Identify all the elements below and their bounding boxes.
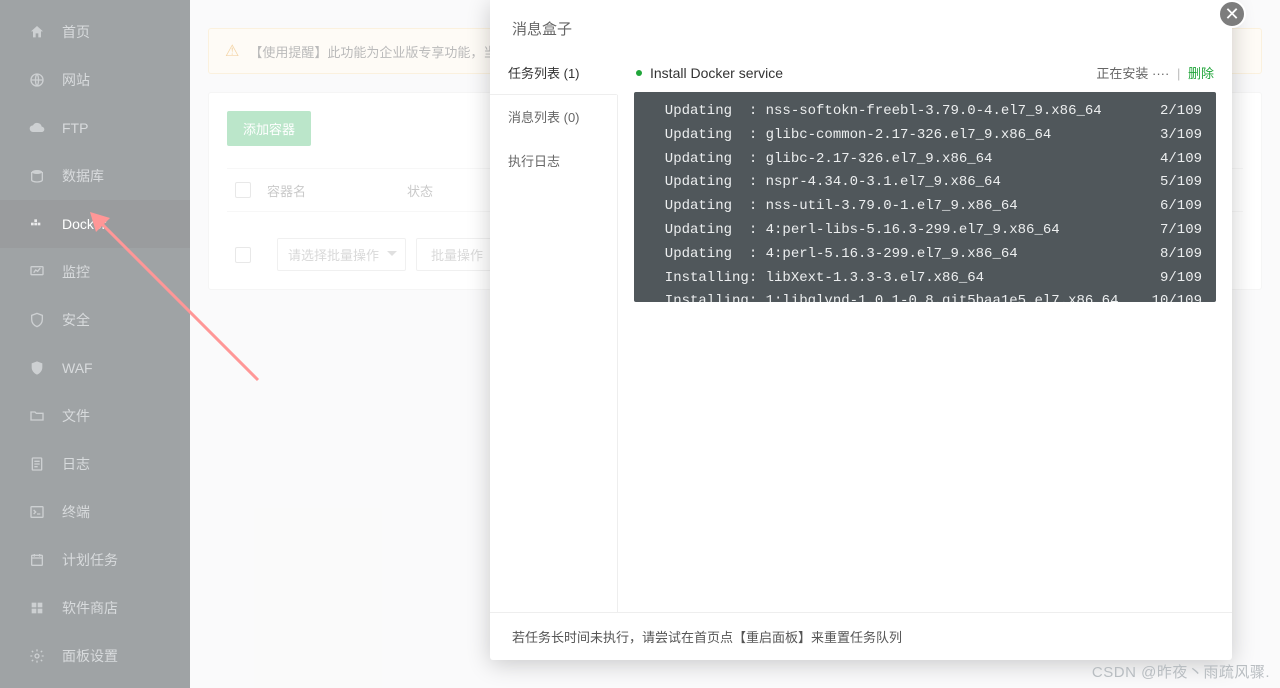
modal-right: Install Docker service 正在安装 ···· | 删除 Up…: [618, 51, 1232, 612]
terminal-row: Installing: 1:libglvnd-1.0.1-0.8.git5baa…: [648, 290, 1202, 302]
tab-exec-log[interactable]: 执行日志: [490, 139, 617, 183]
terminal-row: Updating : nspr-4.34.0-3.1.el7_9.x86_645…: [648, 171, 1202, 195]
status-dot-icon: [636, 70, 642, 76]
status-text: 正在安装: [1096, 66, 1148, 81]
terminal-row: Updating : 4:perl-5.16.3-299.el7_9.x86_6…: [648, 243, 1202, 267]
close-icon: ✕: [1224, 4, 1239, 25]
separator: |: [1177, 66, 1180, 81]
watermark: CSDN @昨夜丶雨疏风骤.: [1092, 661, 1270, 682]
tab-message-list[interactable]: 消息列表 (0): [490, 95, 617, 139]
terminal-row: Updating : glibc-2.17-326.el7_9.x86_644/…: [648, 148, 1202, 172]
message-box-modal: ✕ 消息盒子 任务列表 (1) 消息列表 (0) 执行日志 Install Do…: [490, 0, 1232, 660]
terminal-output[interactable]: Updating : nss-softokn-freebl-3.79.0-4.e…: [634, 92, 1216, 302]
terminal-row: Updating : glibc-common-2.17-326.el7_9.x…: [648, 124, 1202, 148]
modal-close-button[interactable]: ✕: [1218, 0, 1246, 28]
modal-footer: 若任务长时间未执行，请尝试在首页点【重启面板】来重置任务队列: [490, 612, 1232, 660]
task-line: Install Docker service 正在安装 ···· | 删除: [634, 57, 1216, 92]
terminal-row: Installing: libXext-1.3.3-3.el7.x86_649/…: [648, 267, 1202, 291]
tab-task-list[interactable]: 任务列表 (1): [490, 51, 618, 95]
loading-dots: ····: [1152, 66, 1169, 81]
terminal-row: Updating : 4:perl-libs-5.16.3-299.el7_9.…: [648, 219, 1202, 243]
terminal-row: Updating : nss-softokn-freebl-3.79.0-4.e…: [648, 100, 1202, 124]
task-name: Install Docker service: [650, 65, 783, 81]
delete-link[interactable]: 删除: [1188, 66, 1214, 81]
modal-title: 消息盒子: [490, 0, 1232, 51]
modal-tabs: 任务列表 (1) 消息列表 (0) 执行日志: [490, 51, 618, 612]
terminal-row: Updating : nss-util-3.79.0-1.el7_9.x86_6…: [648, 195, 1202, 219]
